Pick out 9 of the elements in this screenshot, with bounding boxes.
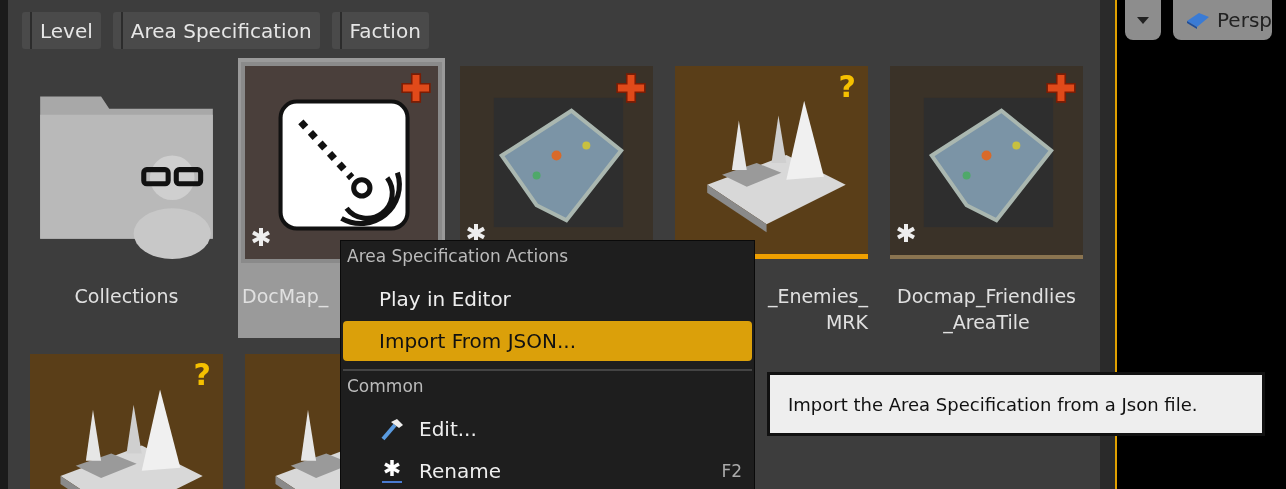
question-mark-label: ? — [838, 72, 856, 102]
tooltip: Import the Area Specification from a Json file. — [767, 372, 1265, 436]
asset-name: Docmap_Friendlies _AreaTile — [897, 284, 1076, 335]
shortcut-text: F2 — [721, 461, 742, 481]
asset-name: DocMap_ — [242, 284, 329, 309]
asset-name: Collections — [74, 284, 179, 309]
question-mark-label: ? — [193, 360, 211, 390]
asset-name: _Enemies_ MRK — [767, 284, 868, 335]
menu-section-heading: Common — [347, 376, 424, 396]
